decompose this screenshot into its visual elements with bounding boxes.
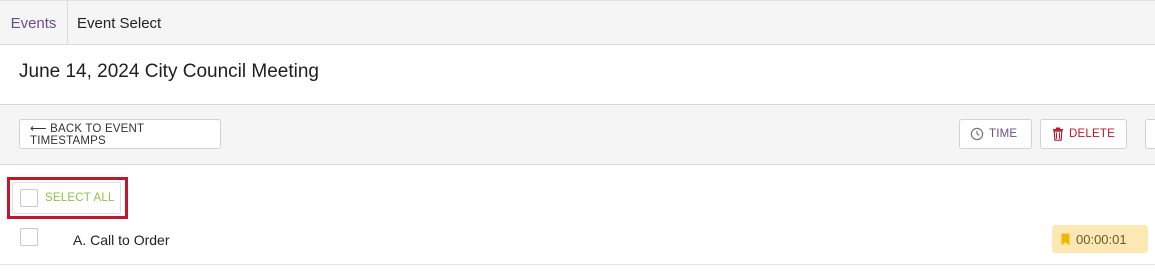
time-button-label: TIME — [989, 128, 1018, 140]
toolbar: ⟵ BACK TO EVENT TIMESTAMPS TIME DELETE — [0, 105, 1155, 165]
delete-button-label: DELETE — [1069, 128, 1115, 140]
select-all-button[interactable]: SELECT ALL — [12, 182, 121, 214]
more-actions-button[interactable] — [1145, 119, 1155, 149]
timestamp-badge[interactable]: 00:00:01 — [1052, 225, 1148, 253]
timestamp-value: 00:00:01 — [1076, 231, 1127, 247]
bookmark-icon — [1061, 233, 1070, 246]
item-label: A. Call to Order — [73, 232, 170, 248]
select-all-checkbox[interactable] — [20, 189, 38, 207]
breadcrumb-events-link[interactable]: Events — [0, 1, 68, 45]
trash-icon — [1052, 127, 1064, 141]
breadcrumb-current: Event Select — [77, 14, 162, 32]
back-button-label: ⟵ BACK TO EVENT TIMESTAMPS — [30, 123, 145, 147]
list-item: A. Call to Order 00:00:01 — [0, 225, 1155, 265]
breadcrumb: Events Event Select — [0, 0, 1155, 45]
event-select-page: Events Event Select June 14, 2024 City C… — [0, 0, 1155, 272]
select-all-label: SELECT ALL — [45, 192, 115, 204]
page-title: June 14, 2024 City Council Meeting — [19, 61, 319, 82]
clock-icon — [970, 127, 984, 141]
title-bar: June 14, 2024 City Council Meeting — [0, 45, 1155, 105]
back-to-event-timestamps-button[interactable]: ⟵ BACK TO EVENT TIMESTAMPS — [19, 119, 221, 149]
item-checkbox[interactable] — [20, 228, 38, 246]
delete-button[interactable]: DELETE — [1040, 119, 1127, 149]
time-button[interactable]: TIME — [959, 119, 1032, 149]
